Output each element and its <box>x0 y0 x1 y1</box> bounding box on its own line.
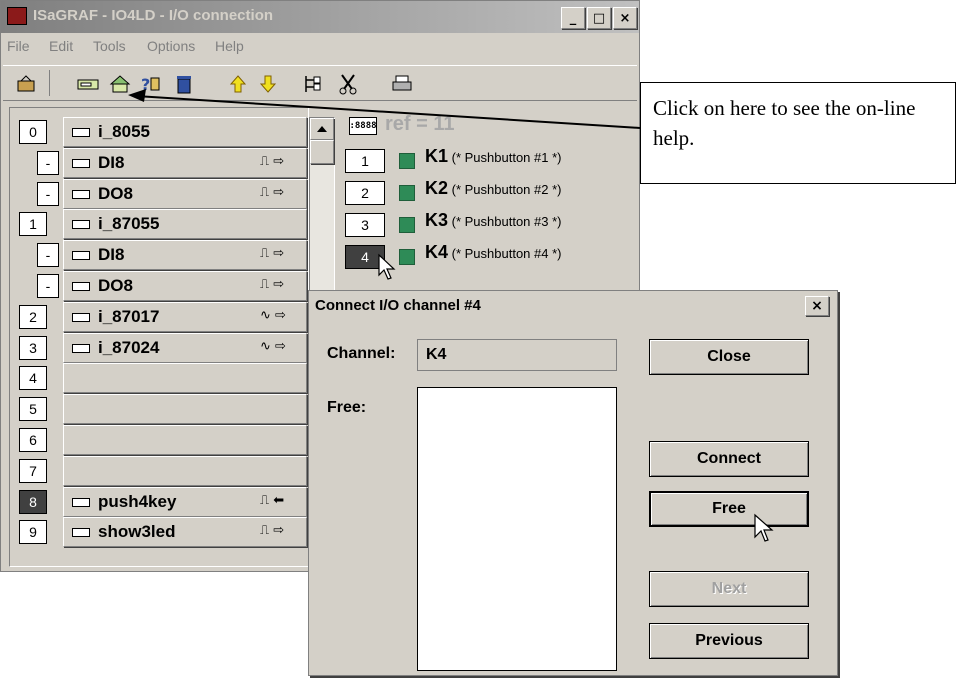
free-button[interactable]: Free <box>649 491 809 527</box>
dialog-close-icon[interactable]: × <box>805 296 829 316</box>
channel-field: K4 <box>417 339 617 371</box>
free-list[interactable] <box>417 387 617 671</box>
channel-value: K4 <box>426 346 447 363</box>
dialog-title: Connect I/O channel #4 <box>315 297 481 314</box>
mouse-cursor-icon <box>754 513 774 542</box>
dialog-title-bar[interactable]: Connect I/O channel #4 × <box>309 291 837 321</box>
next-button[interactable]: Next <box>649 571 809 607</box>
help-callout: Click on here to see the on-line help. <box>640 82 956 184</box>
channel-label: Channel: <box>327 345 396 362</box>
connect-button[interactable]: Connect <box>649 441 809 477</box>
free-label: Free: <box>327 399 367 416</box>
previous-button[interactable]: Previous <box>649 623 809 659</box>
close-dialog-button[interactable]: Close <box>649 339 809 375</box>
connect-dialog: Connect I/O channel #4 × Channel: K4 Fre… <box>308 290 838 676</box>
